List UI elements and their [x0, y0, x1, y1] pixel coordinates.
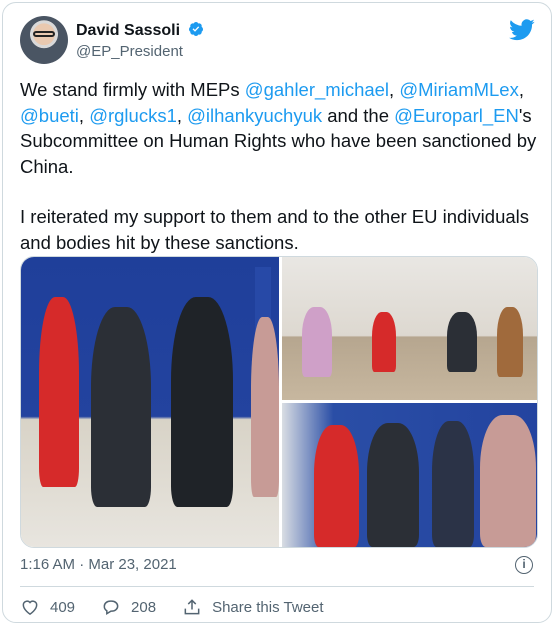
tweet-text-segment: We stand firmly with MEPs — [20, 79, 245, 100]
tweet-text: We stand firmly with MEPs @gahler_michae… — [20, 77, 540, 255]
mention-europarl-en[interactable]: @Europarl_EN — [394, 105, 519, 126]
mention-miriammlex[interactable]: @MiriamMLex — [399, 79, 519, 100]
tweet-text-segment: and the — [322, 104, 395, 126]
person-figure — [314, 425, 359, 547]
person-figure — [372, 312, 396, 372]
heart-icon — [22, 600, 38, 615]
avatar[interactable] — [20, 16, 68, 64]
person-figure — [497, 307, 523, 377]
info-icon[interactable]: i — [515, 556, 533, 574]
mention-bueti[interactable]: @bueti — [20, 105, 79, 126]
action-bar: 409 208 Share this Tweet — [20, 596, 350, 618]
share-label: Share this Tweet — [212, 598, 324, 616]
photo-meeting-room[interactable] — [282, 257, 537, 400]
twitter-bird-icon[interactable] — [509, 19, 535, 41]
mention-gahler-michael[interactable]: @gahler_michael — [245, 79, 389, 100]
reply-icon — [103, 600, 119, 615]
divider — [20, 586, 534, 587]
author-name-row[interactable]: David Sassoli — [76, 21, 204, 40]
verified-badge-icon — [188, 22, 203, 36]
person-figure — [480, 415, 536, 547]
like-button[interactable]: 409 — [20, 597, 75, 617]
person-figure — [302, 307, 332, 377]
photo-press-interview[interactable] — [282, 403, 537, 547]
like-count: 409 — [50, 598, 76, 616]
share-button[interactable]: Share this Tweet — [182, 597, 324, 617]
author-handle[interactable]: @EP_President — [76, 43, 183, 60]
reply-count: 208 — [131, 598, 157, 616]
tweet-text-segment: , — [176, 104, 188, 126]
avatar-glasses — [33, 31, 55, 37]
person-figure — [367, 423, 419, 547]
tweet-text-segment: , — [518, 79, 524, 100]
media-grid — [20, 256, 538, 548]
tweet-text-segment: , — [389, 79, 395, 100]
person-figure — [251, 317, 279, 497]
mention-rglucks1[interactable]: @rglucks1 — [89, 105, 177, 126]
person-figure — [39, 297, 79, 487]
tweet-card: David Sassoli @EP_President We stand fir… — [2, 2, 552, 623]
share-icon — [184, 599, 200, 615]
person-figure — [447, 312, 477, 372]
tweet-text-segment: , — [78, 104, 90, 126]
person-figure — [432, 421, 474, 547]
tweet-paragraph-1: We stand firmly with MEPs @gahler_michae… — [20, 77, 540, 179]
person-figure — [91, 307, 151, 507]
mention-ilhankyuchyuk[interactable]: @ilhankyuchyuk — [187, 105, 322, 126]
tweet-timestamp[interactable]: 1:16 AM · Mar 23, 2021 — [20, 556, 177, 573]
reply-button[interactable]: 208 — [101, 597, 156, 617]
tweet-paragraph-2: I reiterated my support to them and to t… — [20, 206, 530, 253]
author-name[interactable]: David Sassoli — [76, 22, 180, 39]
person-figure — [171, 297, 233, 507]
photo-group-standing[interactable] — [21, 257, 279, 547]
